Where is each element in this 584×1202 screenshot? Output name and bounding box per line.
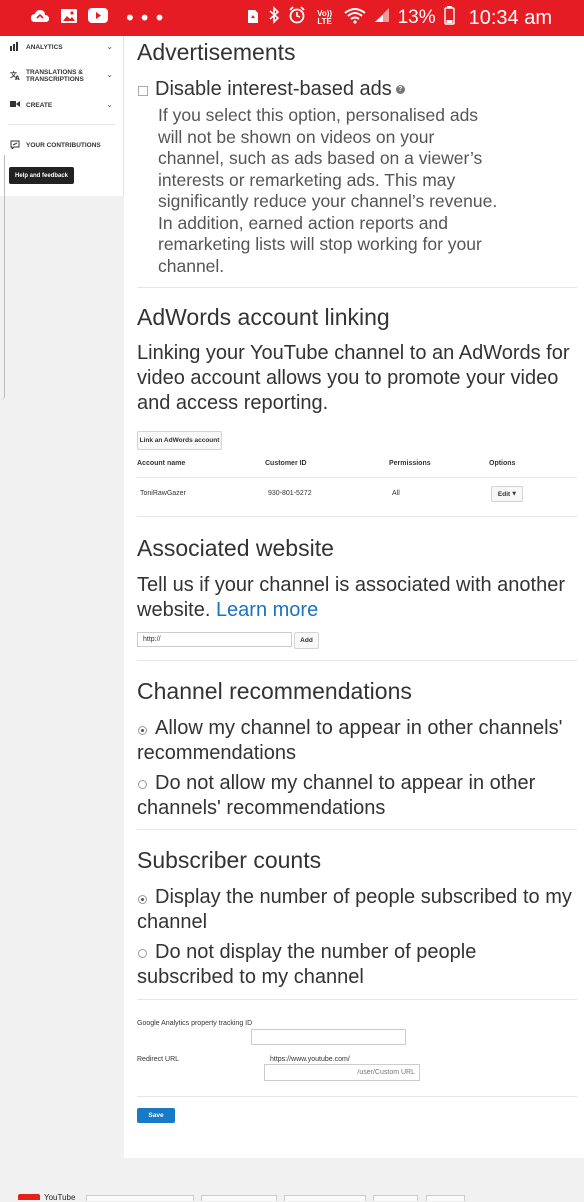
alarm-icon [288, 6, 306, 30]
column-header-customer-id: Customer ID [265, 460, 307, 467]
footer-restricted-button[interactable] [284, 1195, 366, 1201]
sidebar-item-analytics[interactable]: ANALYTICS [10, 42, 63, 53]
save-button[interactable]: Save [137, 1108, 175, 1123]
section-divider [137, 516, 577, 517]
ads-description: If you select this option, personalised … [158, 105, 498, 276]
svg-text:A: A [15, 75, 20, 80]
section-divider [137, 1096, 577, 1097]
translate-icon: 文A [10, 70, 20, 82]
chevron-down-icon[interactable]: ⌄ [106, 42, 113, 51]
redirect-url-prefix: https://www.youtube.com/ [270, 1056, 350, 1063]
disallow-recommendations-label: Do not allow my channel to appear in oth… [137, 772, 536, 819]
cloud-sync-icon [30, 8, 50, 29]
video-camera-icon [10, 100, 20, 110]
footer-help-button[interactable] [426, 1195, 465, 1201]
redirect-url-input[interactable] [264, 1064, 420, 1081]
disable-ads-label: Disable interest-based ads [155, 78, 392, 100]
volte-icon: Vo)) LTE [317, 9, 333, 26]
section-title-associated-website: Associated website [137, 535, 334, 561]
column-header-permissions: Permissions [389, 460, 431, 467]
associated-website-description: Tell us if your channel is associated wi… [137, 573, 577, 623]
sidebar: ANALYTICS ⌄ 文A TRANSLATIONS & TRANSCRIPT… [0, 36, 124, 196]
add-website-button[interactable]: Add [294, 632, 319, 649]
footer-logo-text: YouTube [44, 1193, 76, 1202]
youtube-logo-icon[interactable] [18, 1194, 40, 1200]
associated-website-text: Tell us if your channel is associated wi… [137, 574, 566, 621]
footer-language-button[interactable] [86, 1195, 194, 1201]
bluetooth-icon [268, 6, 280, 30]
section-title-advertisements: Advertisements [137, 39, 296, 65]
bar-chart-icon [10, 42, 20, 53]
edit-label: Edit [497, 490, 511, 498]
section-title-channel-recommendations: Channel recommendations [137, 678, 412, 704]
permissions-cell: All [392, 490, 400, 497]
help-feedback-button[interactable]: Help and feedback [9, 167, 74, 184]
section-divider [137, 999, 577, 1000]
battery-icon [443, 5, 455, 31]
help-icon[interactable]: ? [395, 85, 405, 95]
ga-tracking-input[interactable] [251, 1029, 406, 1045]
youtube-icon [88, 8, 108, 28]
link-adwords-button[interactable]: Link an AdWords account [137, 431, 222, 450]
account-name-cell: ToniRawGazer [140, 490, 186, 497]
section-divider [137, 829, 577, 830]
battery-percent: 13% [397, 7, 436, 28]
sidebar-item-label: CREATE [26, 101, 53, 109]
footer-location-button[interactable] [201, 1195, 277, 1201]
column-header-options: Options [489, 460, 516, 467]
status-bar: ••• Vo)) LTE 13% 10:34 am [0, 0, 584, 36]
caret-down-icon: ▼ [512, 491, 517, 497]
sidebar-item-label: YOUR CONTRIBUTIONS [26, 142, 101, 149]
wifi-icon [343, 7, 366, 30]
learn-more-link[interactable]: Learn more [216, 599, 318, 621]
redirect-url-label: Redirect URL [137, 1056, 180, 1063]
sidebar-item-label: TRANSLATIONS & TRANSCRIPTIONS [26, 69, 84, 83]
allow-recommendations-label: Allow my channel to appear in other chan… [137, 717, 563, 764]
footer-history-button[interactable] [373, 1195, 418, 1201]
table-divider [137, 477, 577, 478]
sidebar-item-create[interactable]: CREATE [10, 100, 52, 110]
website-url-input[interactable]: http:// [137, 632, 292, 647]
clock: 10:34 am [468, 6, 552, 29]
notification-icons: ••• [30, 8, 168, 29]
storage-icon [246, 7, 260, 30]
section-title-adwords: AdWords account linking [137, 304, 390, 330]
column-header-account: Account name [137, 460, 186, 467]
sidebar-divider [8, 124, 115, 125]
adwords-description: Linking your YouTube channel to an AdWor… [137, 342, 570, 414]
main-panel: Advertisements Disable interest-based ad… [124, 36, 584, 1158]
chevron-down-icon[interactable]: ⌄ [106, 100, 113, 109]
gallery-icon [60, 8, 78, 29]
chevron-down-icon[interactable]: ⌄ [106, 70, 113, 79]
sidebar-item-contributions[interactable]: YOUR CONTRIBUTIONS [10, 140, 101, 151]
hide-subscribers-label: Do not display the number of people subs… [137, 941, 477, 988]
contributions-icon [10, 140, 20, 151]
section-divider [137, 660, 577, 661]
drawer-edge [0, 155, 5, 400]
signal-icon [374, 7, 390, 29]
ga-tracking-label: Google Analytics property tracking ID [137, 1020, 253, 1027]
disable-ads-row: Disable interest-based ads? [155, 77, 584, 102]
sidebar-item-translations[interactable]: 文A TRANSLATIONS & TRANSCRIPTIONS [10, 69, 86, 83]
section-title-subscriber-counts: Subscriber counts [137, 847, 322, 873]
section-divider [137, 287, 577, 288]
customer-id-cell: 930-801-5272 [268, 490, 312, 497]
edit-options-button[interactable]: Edit ▼ [491, 486, 523, 502]
disable-ads-checkbox[interactable] [138, 86, 148, 96]
more-notifications-icon: ••• [124, 6, 169, 30]
display-subscribers-label: Display the number of people subscribed … [137, 886, 572, 933]
system-status: Vo)) LTE 13% 10:34 am [246, 0, 552, 36]
sidebar-item-label: ANALYTICS [26, 44, 63, 51]
